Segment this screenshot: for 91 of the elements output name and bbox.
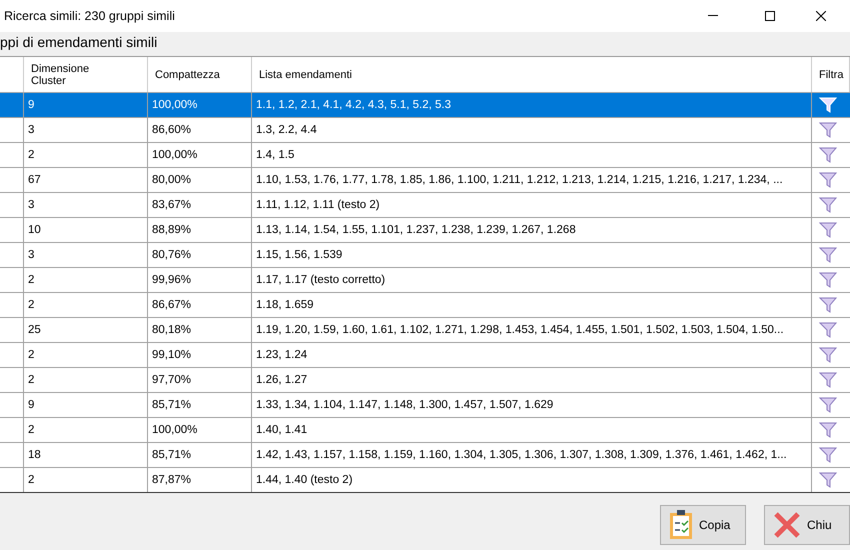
- filter-icon[interactable]: [819, 371, 837, 389]
- table-row[interactable]: 18 85,71% 1.42, 1.43, 1.157, 1.158, 1.159, 1.160, 1.304, 1.305, 1.306, 1.307, 1.308, 1.309, 1.376, 1.461, 1.462, 1...: [0, 443, 850, 468]
- filter-icon[interactable]: [819, 471, 837, 489]
- filter-icon[interactable]: [819, 396, 837, 414]
- table-cell: 1.26, 1.27: [252, 368, 812, 392]
- group-title: ppi di emendamenti simili: [0, 33, 158, 52]
- table-cell: 1.18, 1.659: [252, 293, 812, 317]
- table-cell: 1.19, 1.20, 1.59, 1.60, 1.61, 1.102, 1.271, 1.298, 1.453, 1.454, 1.455, 1.501, 1.502, 1.503, 1.504, 1.50...: [252, 318, 812, 342]
- column-header[interactable]: Filtra: [812, 57, 850, 92]
- close-icon: [773, 511, 801, 539]
- table-cell: 1.33, 1.34, 1.104, 1.147, 1.148, 1.300, 1.457, 1.507, 1.629: [252, 393, 812, 417]
- filter-icon[interactable]: [819, 446, 837, 464]
- table-cell: 1.4, 1.5: [252, 143, 812, 167]
- copy-button[interactable]: Copia: [660, 505, 746, 545]
- table-row[interactable]: 2 86,67% 1.18, 1.659: [0, 293, 850, 318]
- table-cell: 1.15, 1.56, 1.539: [252, 243, 812, 267]
- table-cell: 18: [24, 443, 148, 467]
- table-cell: 10: [24, 218, 148, 242]
- column-header[interactable]: Dimensione Cluster: [24, 57, 148, 92]
- table-row[interactable]: 10 88,89% 1.13, 1.14, 1.54, 1.55, 1.101, 1.237, 1.238, 1.239, 1.267, 1.268: [0, 218, 850, 243]
- table-cell: 2: [24, 268, 148, 292]
- table-row[interactable]: 67 80,00% 1.10, 1.53, 1.76, 1.77, 1.78, 1.85, 1.86, 1.100, 1.211, 1.212, 1.213, 1.214, 1.215, 1.216, 1.217, 1.234, ...: [0, 168, 850, 193]
- table-cell: 3: [24, 193, 148, 217]
- table-cell: 83,67%: [148, 193, 252, 217]
- table-cell: 80,00%: [148, 168, 252, 192]
- table-cell: 1.23, 1.24: [252, 343, 812, 367]
- table-cell: 1.42, 1.43, 1.157, 1.158, 1.159, 1.160, 1.304, 1.305, 1.306, 1.307, 1.308, 1.309, 1.376, 1.461, 1.462, 1...: [252, 443, 812, 467]
- filter-icon[interactable]: [819, 121, 837, 139]
- table-cell: 99,96%: [148, 268, 252, 292]
- column-header[interactable]: Compattezza: [148, 57, 252, 92]
- table-cell: 88,89%: [148, 218, 252, 242]
- table-cell: 9: [24, 93, 148, 117]
- table-cell: 85,71%: [148, 393, 252, 417]
- table-cell: 1.1, 1.2, 2.1, 4.1, 4.2, 4.3, 5.1, 5.2, 5.3: [252, 93, 812, 117]
- table-cell: 100,00%: [148, 93, 252, 117]
- table-cell: 67: [24, 168, 148, 192]
- table-cell: 9: [24, 393, 148, 417]
- table-row[interactable]: 2 99,96% 1.17, 1.17 (testo corretto): [0, 268, 850, 293]
- table-row[interactable]: 9 100,00% 1.1, 1.2, 2.1, 4.1, 4.2, 4.3, 5.1, 5.2, 5.3: [0, 93, 850, 118]
- table-cell: 1.13, 1.14, 1.54, 1.55, 1.101, 1.237, 1.238, 1.239, 1.267, 1.268: [252, 218, 812, 242]
- filter-icon[interactable]: [819, 221, 837, 239]
- filter-icon[interactable]: [819, 346, 837, 364]
- table-cell: 100,00%: [148, 143, 252, 167]
- table-cell: 3: [24, 118, 148, 142]
- table-cell: 80,18%: [148, 318, 252, 342]
- clipboard-icon: [669, 510, 693, 540]
- table-row[interactable]: 3 86,60% 1.3, 2.2, 4.4: [0, 118, 850, 143]
- table-cell: 1.3, 2.2, 4.4: [252, 118, 812, 142]
- table-cell: 2: [24, 368, 148, 392]
- table-cell: 1.40, 1.41: [252, 418, 812, 442]
- table-row[interactable]: 25 80,18% 1.19, 1.20, 1.59, 1.60, 1.61, 1.102, 1.271, 1.298, 1.453, 1.454, 1.455, 1.501, 1.502, 1.503, 1.504, 1.50...: [0, 318, 850, 343]
- table-row[interactable]: 2 100,00% 1.4, 1.5: [0, 143, 850, 168]
- table-cell: 2: [24, 293, 148, 317]
- table-cell: 1.11, 1.12, 1.11 (testo 2): [252, 193, 812, 217]
- table-cell: 2: [24, 468, 148, 492]
- table-cell: 97,70%: [148, 368, 252, 392]
- filter-icon[interactable]: [819, 196, 837, 214]
- filter-icon[interactable]: [819, 171, 837, 189]
- table-cell: 86,67%: [148, 293, 252, 317]
- close-button[interactable]: Chiu: [764, 505, 850, 545]
- table-cell: 87,87%: [148, 468, 252, 492]
- filter-icon[interactable]: [819, 421, 837, 439]
- minimize-icon: [708, 15, 718, 17]
- table-row[interactable]: 3 83,67% 1.11, 1.12, 1.11 (testo 2): [0, 193, 850, 218]
- maximize-icon: [765, 11, 775, 21]
- table-cell: 1.44, 1.40 (testo 2): [252, 468, 812, 492]
- window-title: Ricerca simili: 230 gruppi simili: [4, 9, 176, 23]
- close-icon: [816, 11, 826, 21]
- table-cell: 100,00%: [148, 418, 252, 442]
- table-cell: 3: [24, 243, 148, 267]
- table-cell: 1.10, 1.53, 1.76, 1.77, 1.78, 1.85, 1.86, 1.100, 1.211, 1.212, 1.213, 1.214, 1.215, 1.216, 1.217, 1.234, ...: [252, 168, 812, 192]
- table-cell: 2: [24, 418, 148, 442]
- table-row[interactable]: 9 85,71% 1.33, 1.34, 1.104, 1.147, 1.148, 1.300, 1.457, 1.507, 1.629: [0, 393, 850, 418]
- table-row[interactable]: 3 80,76% 1.15, 1.56, 1.539: [0, 243, 850, 268]
- table-cell: 25: [24, 318, 148, 342]
- table-cell: 2: [24, 143, 148, 167]
- table-row[interactable]: 2 100,00% 1.40, 1.41: [0, 418, 850, 443]
- table-cell: 2: [24, 343, 148, 367]
- table-cell: 86,60%: [148, 118, 252, 142]
- filter-icon[interactable]: [819, 146, 837, 164]
- table-cell: 99,10%: [148, 343, 252, 367]
- table-row[interactable]: 2 99,10% 1.23, 1.24: [0, 343, 850, 368]
- filter-icon[interactable]: [819, 246, 837, 264]
- table-row[interactable]: 2 97,70% 1.26, 1.27: [0, 368, 850, 393]
- filter-icon[interactable]: [819, 296, 837, 314]
- filter-icon[interactable]: [819, 271, 837, 289]
- table-cell: 1.17, 1.17 (testo corretto): [252, 268, 812, 292]
- table-cell: 80,76%: [148, 243, 252, 267]
- filter-icon[interactable]: [819, 321, 837, 339]
- table-cell: 85,71%: [148, 443, 252, 467]
- column-header[interactable]: Lista emendamenti: [252, 57, 812, 92]
